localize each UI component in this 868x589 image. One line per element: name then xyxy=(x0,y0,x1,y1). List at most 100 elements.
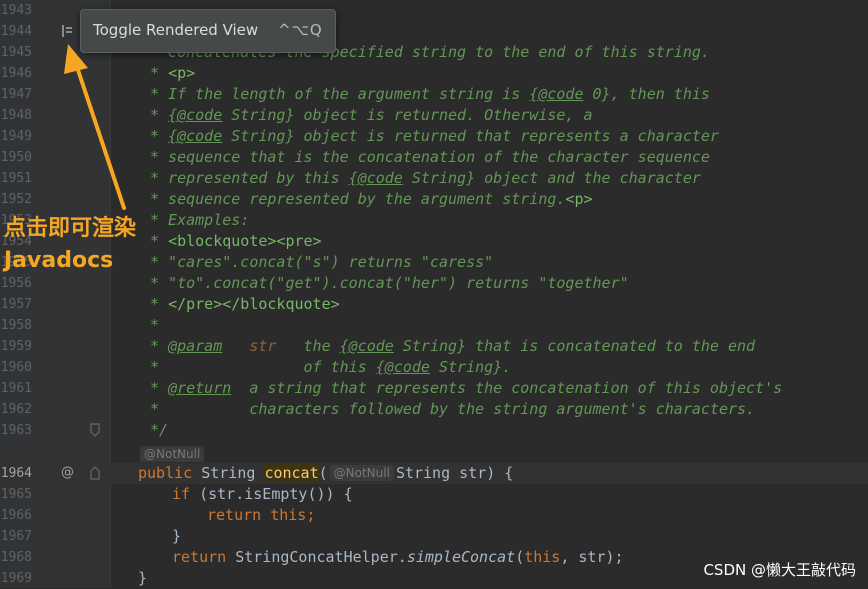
code-text: * <blockquote><pre> xyxy=(150,231,322,252)
tooltip-label: Toggle Rendered View xyxy=(93,21,259,39)
fold-icon[interactable] xyxy=(90,423,100,440)
doc-tag: {@code xyxy=(339,337,394,355)
html-tag: <blockquote><pre> xyxy=(168,232,322,250)
line-number: 1950 xyxy=(0,150,32,165)
doc-tag: @return xyxy=(168,379,232,397)
code-text: * @param str the {@code String} that is … xyxy=(150,336,755,357)
doc-tag: {@code xyxy=(375,358,430,376)
code-line[interactable]: 1965 if (str.isEmpty()) { xyxy=(0,484,868,505)
doc-text: * xyxy=(150,232,169,250)
doc-text: * of this xyxy=(150,358,376,376)
line-number: 1947 xyxy=(0,87,32,102)
doc-text: String} that is concatenated to the end xyxy=(393,337,756,355)
code-editor[interactable]: 1943 1944 1945 * Concatenates the specif… xyxy=(0,0,868,588)
keyword: return this xyxy=(207,506,307,524)
html-tag: </pre></blockquote> xyxy=(168,295,340,313)
code-text: * Examples: xyxy=(150,211,250,229)
fold-icon[interactable] xyxy=(90,466,100,483)
code-plain: , str); xyxy=(560,548,624,566)
doc-tag: {@code xyxy=(348,169,403,187)
code-line[interactable]: 1952 * sequence represented by the argum… xyxy=(0,189,868,210)
code-line[interactable]: 1946 * <p> xyxy=(0,63,868,84)
code-line[interactable]: 1949 * {@code String} object is returned… xyxy=(0,126,868,147)
line-number: 1944 xyxy=(0,24,32,39)
doc-text: String}. xyxy=(429,358,512,376)
code-text: if (str.isEmpty()) { xyxy=(172,484,353,505)
line-number: 1964 xyxy=(0,466,32,481)
line-number: 1959 xyxy=(0,339,32,354)
code-line[interactable]: 1951 * represented by this {@code String… xyxy=(0,168,868,189)
line-number: 1945 xyxy=(0,45,32,60)
line-number: 1965 xyxy=(0,487,32,502)
keyword: return xyxy=(172,548,227,566)
code-line[interactable]: 1948 * {@code String} object is returned… xyxy=(0,105,868,126)
annotation-line-1: 点击即可渲染 xyxy=(4,216,137,241)
code-line[interactable]: 1962 * characters followed by the string… xyxy=(0,399,868,420)
code-line[interactable]: 1966 return this; xyxy=(0,505,868,526)
code-text: * <p> xyxy=(150,63,195,84)
code-text: public String concat(@NotNull String str)… xyxy=(138,463,513,484)
line-number: 1948 xyxy=(0,108,32,123)
code-text: * represented by this {@code String} obj… xyxy=(150,168,701,189)
code-line[interactable]: 1961 * @return a string that represents … xyxy=(0,378,868,399)
code-line[interactable]: 1958 * xyxy=(0,315,868,336)
code-text: * {@code String} object is returned. Oth… xyxy=(150,105,593,126)
code-text: * "to".concat("get").concat("her") retur… xyxy=(150,274,629,292)
line-number: 1951 xyxy=(0,171,32,186)
line-number: 1952 xyxy=(0,192,32,207)
doc-text: * If the length of the argument string i… xyxy=(150,85,530,103)
code-text: return StringConcatHelper.simpleConcat(t… xyxy=(172,547,624,568)
doc-text: the xyxy=(276,337,340,355)
doc-text: * xyxy=(150,379,169,397)
code-text: * If the length of the argument string i… xyxy=(150,84,710,105)
code-text: } xyxy=(138,569,148,587)
doc-tag: {@code xyxy=(168,127,223,145)
keyword: public xyxy=(138,464,193,482)
doc-text: String} object is returned that represen… xyxy=(222,127,719,145)
watermark: CSDN @懒大王敲代码 xyxy=(703,561,856,579)
code-plain: String str) { xyxy=(395,464,514,482)
line-number: 1946 xyxy=(0,66,32,81)
code-text: * {@code String} object is returned that… xyxy=(150,126,719,147)
code-text: * "cares".concat("s") returns "caress" xyxy=(150,253,494,271)
keyword: this xyxy=(524,548,561,566)
code-text: * </pre></blockquote> xyxy=(150,294,340,315)
annotation-callout: 点击即可渲染 Javadocs xyxy=(4,213,136,277)
html-tag: <p> xyxy=(565,190,593,208)
doc-tag: {@code xyxy=(529,85,584,103)
doc-text: String} object and the character xyxy=(402,169,701,187)
code-line[interactable]: 1957 * </pre></blockquote> xyxy=(0,294,868,315)
code-text: * of this {@code String}. xyxy=(150,357,511,378)
doc-text: * represented by this xyxy=(150,169,349,187)
line-number: 1960 xyxy=(0,360,32,375)
doc-text: String} object is returned. Otherwise, a xyxy=(222,106,593,124)
code-plain: (str.isEmpty()) { xyxy=(190,485,353,503)
code-line[interactable]: 1959 * @param str the {@code String} tha… xyxy=(0,336,868,357)
code-line[interactable]: 1960 * of this {@code String}. xyxy=(0,357,868,378)
doc-text: 0}, then this xyxy=(583,85,710,103)
override-icon[interactable]: @ xyxy=(61,465,74,480)
doc-tag: {@code xyxy=(168,106,223,124)
line-number: 1958 xyxy=(0,318,32,333)
line-number: 1962 xyxy=(0,402,32,417)
code-line[interactable]: 1950 * sequence that is the concatenatio… xyxy=(0,147,868,168)
code-line[interactable]: 1967 } xyxy=(0,526,868,547)
code-plain: ( xyxy=(515,548,525,566)
param-annotation-inlay: @NotNull xyxy=(329,465,394,481)
code-plain: String xyxy=(192,464,265,482)
keyword: if xyxy=(172,485,191,503)
code-line-current[interactable]: 1964 @ public String concat(@NotNull Stri… xyxy=(0,463,868,484)
code-text: @NotNull xyxy=(138,444,206,465)
code-text: * characters followed by the string argu… xyxy=(150,400,756,418)
doc-text: * xyxy=(150,106,169,124)
line-number: 1949 xyxy=(0,129,32,144)
line-number: 1943 xyxy=(0,3,32,18)
annotation-line-2: Javadocs xyxy=(4,248,114,273)
render-toggle-icon[interactable] xyxy=(60,23,74,42)
line-number: 1963 xyxy=(0,423,32,438)
code-line[interactable]: 1947 * If the length of the argument str… xyxy=(0,84,868,105)
tooltip-shortcut: ^⌥Q xyxy=(278,21,323,39)
code-line[interactable]: 1963 */ xyxy=(0,420,868,441)
code-plain: ; xyxy=(306,506,316,524)
doc-text: * xyxy=(150,64,169,82)
